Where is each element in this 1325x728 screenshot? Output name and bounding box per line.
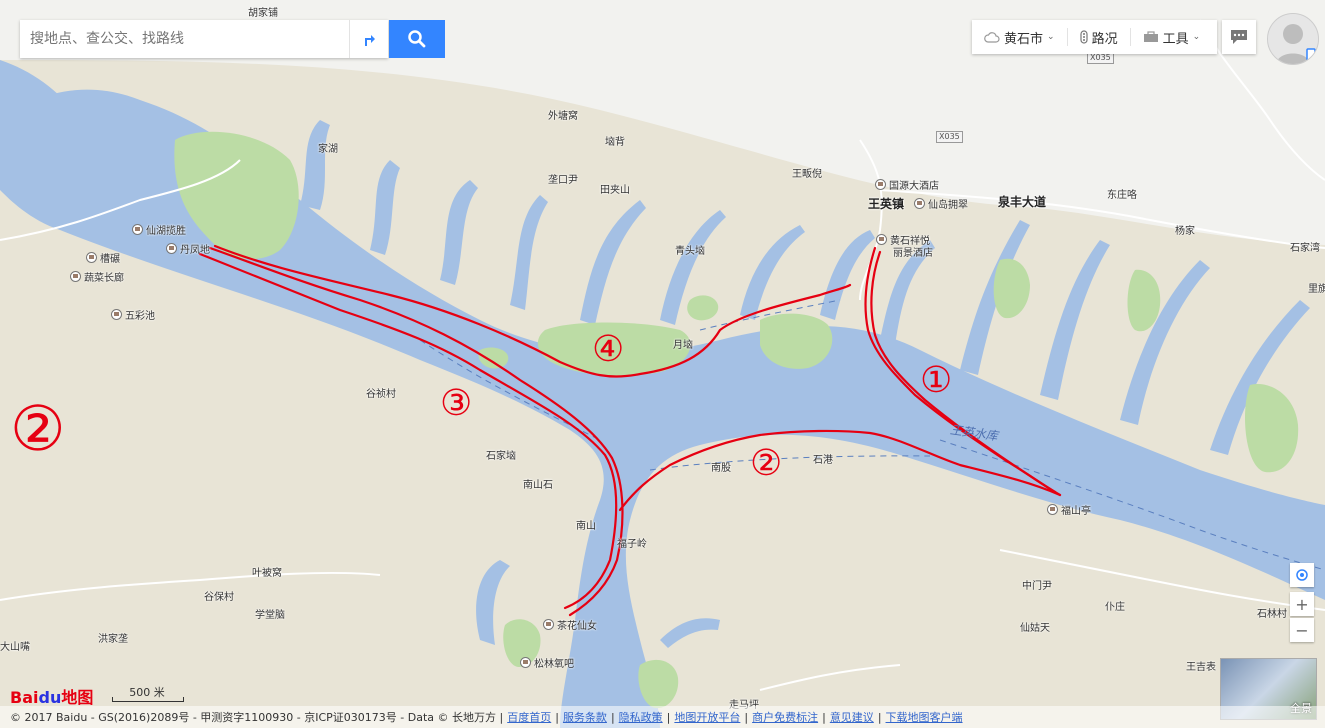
footer: © 2017 Baidu - GS(2016)2089号 - 甲测资字11009… (0, 706, 1325, 728)
place-label: 月垴 (673, 340, 693, 351)
map-canvas[interactable] (0, 0, 1325, 728)
place-label: 谷祯村 (366, 389, 396, 400)
footer-link-home[interactable]: 百度首页 (507, 709, 551, 725)
message-button[interactable] (1222, 20, 1256, 54)
road-label: 泉丰大道 (998, 195, 1047, 209)
route-arrow-icon (365, 35, 376, 46)
place-label: 南山 (576, 521, 596, 532)
zoom-out-button[interactable]: − (1290, 618, 1314, 642)
poi-danfeng[interactable]: 丹凤地 (166, 241, 210, 256)
hotel-icon (875, 179, 886, 190)
place-label: 石家垴 (486, 451, 516, 462)
place-label: 胡家铺 (248, 8, 278, 19)
search-button[interactable] (389, 20, 445, 58)
scenic-spot-icon (1047, 504, 1058, 515)
place-label: 王畈倪 (792, 169, 822, 180)
place-label: 南股 (711, 463, 731, 474)
scenic-spot-icon (132, 224, 143, 235)
scenic-spot-icon (543, 619, 554, 630)
place-label: 青头垴 (675, 246, 705, 257)
scenic-spot-icon (166, 243, 177, 254)
place-label: 石林村 (1257, 609, 1287, 620)
footer-link-privacy[interactable]: 隐私政策 (619, 709, 663, 725)
footer-link-feedback[interactable]: 意见建议 (830, 709, 874, 725)
toolbox-icon (1143, 31, 1158, 42)
place-label: 南山石 (523, 480, 553, 491)
place-label: 田夹山 (600, 185, 630, 196)
poi-guoyuan[interactable]: 国源大酒店 (875, 177, 939, 192)
scale-bar (112, 697, 184, 702)
poi-shucai[interactable]: 蔬菜长廊 (70, 269, 124, 284)
place-label: 里旗 (1308, 284, 1325, 295)
chevron-down-icon: ⌄ (1047, 32, 1055, 42)
poi-xianhu[interactable]: 仙湖揽胜 (132, 222, 186, 237)
search-icon (408, 30, 426, 48)
chevron-down-icon: ⌄ (1192, 32, 1201, 42)
city-selector[interactable]: 黄石市 ⌄ (972, 20, 1067, 54)
place-label: 杨家 (1175, 226, 1195, 237)
cloud-icon (984, 32, 1000, 43)
footer-link-download[interactable]: 下载地图客户端 (886, 709, 963, 725)
avatar-icon (1268, 14, 1318, 64)
scenic-spot-icon (86, 252, 97, 263)
region-marker-2: ② (10, 392, 66, 465)
place-label: 家湖 (318, 144, 338, 155)
scenic-spot-icon (111, 309, 122, 320)
poi-chahua[interactable]: 茶花仙女 (543, 617, 597, 632)
traffic-button[interactable]: 路况 (1068, 20, 1130, 54)
place-label: 仙姑天 (1020, 623, 1050, 634)
hotel-icon (876, 234, 887, 245)
locate-button[interactable] (1290, 563, 1314, 587)
route-marker-4: ④ (592, 329, 625, 370)
chat-bubble-icon (1231, 30, 1247, 44)
place-label: 洪家垄 (98, 634, 128, 645)
route-marker-3: ③ (440, 383, 473, 424)
place-label: 石家湾 (1290, 243, 1320, 254)
place-label: 仆庄 (1105, 602, 1125, 613)
route-marker-1: ① (920, 360, 953, 401)
place-label: 王吉表 (1186, 662, 1216, 673)
road-shield: X035 (936, 131, 963, 143)
place-label: 福子岭 (617, 539, 647, 550)
poi-xiandao[interactable]: 仙岛拥翠 (914, 196, 968, 211)
poi-wucaichi[interactable]: 五彩池 (111, 307, 155, 322)
place-label: 谷保村 (204, 592, 234, 603)
scenic-spot-icon (914, 198, 925, 209)
search-input[interactable] (20, 20, 350, 58)
route-marker-2: ② (750, 443, 783, 484)
place-label: 外塘窝 (548, 111, 578, 122)
place-label: 学堂脑 (255, 610, 285, 621)
scenic-spot-icon (70, 271, 81, 282)
place-label: 垴背 (605, 137, 625, 148)
footer-link-open-platform[interactable]: 地图开放平台 (674, 709, 740, 725)
scenic-spot-icon (520, 657, 531, 668)
place-label: 东庄咯 (1107, 190, 1137, 201)
place-label: 垄口尹 (548, 175, 578, 186)
search-box (20, 20, 388, 58)
place-label: 叶被窝 (252, 568, 282, 579)
user-avatar[interactable] (1267, 13, 1319, 65)
baidu-logo: Baidu地图 (10, 688, 94, 707)
place-label: 石港 (813, 455, 833, 466)
poi-songlin[interactable]: 松林氧吧 (520, 655, 574, 670)
footer-link-merchant[interactable]: 商户免费标注 (752, 709, 818, 725)
poi-caobi[interactable]: 槽碾 (86, 250, 120, 265)
poi-fushanting[interactable]: 福山亭 (1047, 502, 1091, 517)
map-toolbar: 黄石市 ⌄ 路况 工具 ⌄ (972, 20, 1217, 54)
poi-lijing-label: 丽景酒店 (893, 248, 933, 259)
traffic-light-icon (1079, 30, 1088, 44)
zoom-in-button[interactable]: + (1290, 592, 1314, 616)
copyright-text: © 2017 Baidu - GS(2016)2089号 - 甲测资字11009… (10, 711, 504, 724)
place-label: 大山嘴 (0, 642, 30, 653)
tools-button[interactable]: 工具 ⌄ (1131, 20, 1213, 54)
town-label: 王英镇 (868, 197, 905, 211)
footer-link-terms[interactable]: 服务条款 (563, 709, 607, 725)
place-label: 中门尹 (1022, 581, 1052, 592)
route-button[interactable] (349, 20, 388, 58)
locate-icon (1296, 569, 1308, 581)
